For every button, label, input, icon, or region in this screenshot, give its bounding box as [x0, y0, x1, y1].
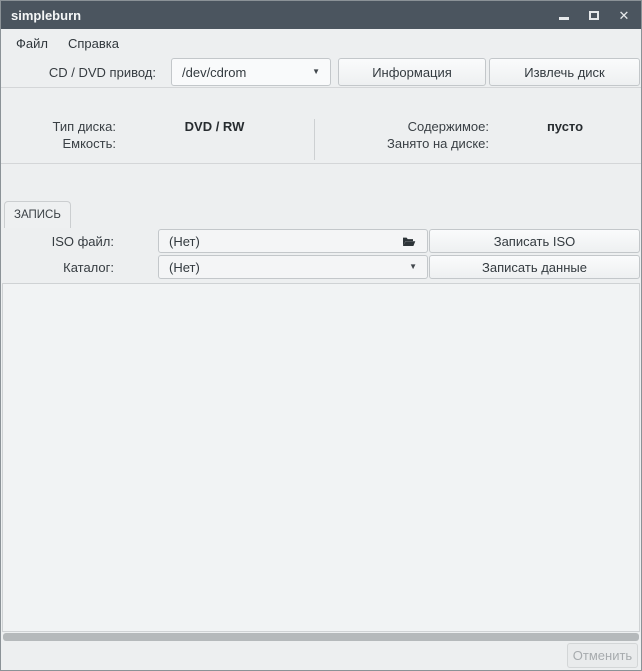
directory-row: Каталог: (Нет) ▼ Записать данные	[1, 254, 641, 280]
window-title: simpleburn	[11, 7, 82, 23]
burn-data-button[interactable]: Записать данные	[429, 255, 640, 279]
disc-used-label: Занято на диске:	[387, 136, 489, 151]
menubar: Файл Справка	[1, 29, 641, 57]
directory-select-value: (Нет)	[169, 259, 200, 275]
menu-help[interactable]: Справка	[63, 34, 124, 53]
disc-contents-label: Содержимое:	[407, 119, 489, 134]
disc-used-value	[489, 136, 641, 153]
chevron-down-icon: ▼	[312, 67, 320, 76]
burn-iso-button[interactable]: Записать ISO	[429, 229, 640, 253]
directory-select[interactable]: (Нет) ▼	[158, 255, 428, 279]
disc-capacity-value	[116, 136, 313, 153]
simpleburn-window: simpleburn ✕ Файл Справка CD / DVD приво…	[0, 0, 642, 671]
open-file-icon	[401, 233, 417, 249]
maximize-icon	[589, 10, 599, 20]
disc-capacity-label: Емкость:	[62, 136, 116, 151]
device-select[interactable]: /dev/cdrom ▼	[171, 58, 331, 86]
tab-strip: ЗАПИСЬ	[1, 201, 641, 228]
disc-contents-value: пусто	[546, 119, 584, 134]
iso-file-value: (Нет)	[169, 233, 200, 249]
iso-file-label: ISO файл:	[51, 233, 114, 249]
close-button[interactable]: ✕	[617, 8, 631, 22]
chevron-down-icon: ▼	[409, 262, 417, 271]
disc-info-button[interactable]: Информация	[338, 58, 486, 86]
minimize-icon	[559, 16, 569, 20]
burn-log-area	[2, 283, 640, 632]
directory-label: Каталог:	[63, 259, 114, 275]
notebook-gap	[1, 164, 641, 201]
maximize-button[interactable]	[587, 8, 601, 22]
disc-info-panel: Тип диска: DVD / RW Содержимое: пусто Ем…	[1, 88, 641, 163]
disc-type-label: Тип диска:	[52, 119, 116, 134]
minimize-button[interactable]	[557, 8, 571, 22]
device-select-value: /dev/cdrom	[182, 64, 247, 80]
eject-button[interactable]: Извлечь диск	[489, 58, 640, 86]
drive-row: CD / DVD привод: /dev/cdrom ▼ Информация…	[1, 57, 641, 87]
disc-type-value: DVD / RW	[184, 119, 245, 134]
window-controls: ✕	[557, 8, 631, 22]
progress-bar	[3, 633, 639, 641]
cancel-button[interactable]: Отменить	[567, 642, 638, 668]
iso-row: ISO файл: (Нет) Записать ISO	[1, 228, 641, 254]
tab-burn[interactable]: ЗАПИСЬ	[4, 201, 71, 228]
drive-label: CD / DVD привод:	[48, 64, 156, 80]
footer: Отменить	[1, 642, 641, 670]
menu-file[interactable]: Файл	[11, 34, 53, 53]
titlebar[interactable]: simpleburn ✕	[1, 1, 641, 29]
iso-file-chooser[interactable]: (Нет)	[158, 229, 428, 253]
